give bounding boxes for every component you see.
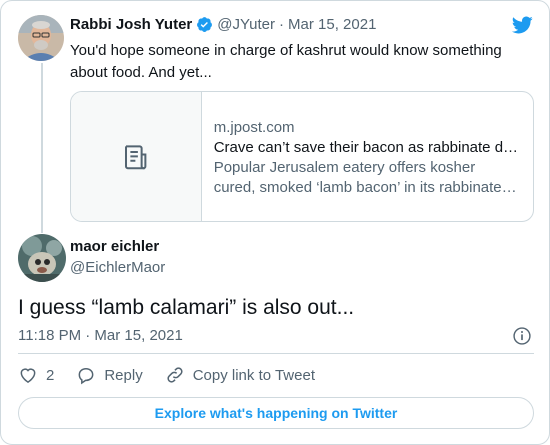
document-icon bbox=[124, 144, 147, 169]
reply-label: Reply bbox=[104, 366, 143, 384]
tweet-text: You'd hope someone in charge of kashrut … bbox=[70, 42, 502, 81]
copy-link-button[interactable]: Copy link to Tweet bbox=[165, 365, 315, 385]
heart-icon bbox=[20, 368, 36, 383]
info-icon[interactable] bbox=[512, 326, 532, 346]
reply-tweet-text: I guess “lamb calamari” is also out... bbox=[18, 296, 355, 319]
action-bar: 2 Reply Copy link to Tweet bbox=[18, 365, 337, 385]
link-thumbnail bbox=[71, 92, 202, 221]
verified-badge-icon bbox=[197, 17, 213, 32]
separator-dot: · bbox=[279, 16, 285, 33]
reply-button[interactable]: Reply bbox=[76, 365, 143, 385]
explore-twitter-button[interactable]: Explore what's happening on Twitter bbox=[18, 397, 534, 429]
reply-author-name[interactable]: maor eichler bbox=[70, 238, 159, 255]
like-count: 2 bbox=[46, 366, 55, 384]
tweet-date[interactable]: Mar 15, 2021 bbox=[288, 16, 376, 33]
reply-author-handle[interactable]: @EichlerMaor bbox=[70, 259, 165, 276]
link-chain-icon bbox=[167, 367, 183, 383]
link-preview-card[interactable]: m.jpost.com Crave can’t save their bacon… bbox=[70, 91, 534, 222]
link-text-area: m.jpost.com Crave can’t save their bacon… bbox=[202, 92, 533, 221]
author-avatar[interactable] bbox=[18, 15, 64, 61]
tweet-header: Rabbi Josh Yuter @JYuter · Mar 15, 2021 bbox=[70, 16, 376, 33]
reply-bubble-icon bbox=[78, 367, 94, 385]
divider bbox=[18, 353, 534, 354]
thread-connector-line bbox=[41, 63, 43, 233]
link-domain: m.jpost.com bbox=[213, 119, 295, 136]
reply-timestamp[interactable]: 11:18 PM · Mar 15, 2021 bbox=[18, 327, 183, 344]
author-name[interactable]: Rabbi Josh Yuter bbox=[70, 16, 192, 33]
twitter-bird-icon[interactable] bbox=[510, 14, 534, 36]
like-button[interactable]: 2 bbox=[18, 365, 54, 385]
link-title: Crave can’t save their bacon as rabbinat… bbox=[213, 139, 519, 156]
embedded-tweet-card: Rabbi Josh Yuter @JYuter · Mar 15, 2021 … bbox=[0, 0, 550, 445]
author-handle[interactable]: @JYuter bbox=[217, 16, 275, 33]
copy-link-label: Copy link to Tweet bbox=[192, 366, 315, 384]
reply-author-avatar[interactable] bbox=[18, 234, 66, 282]
link-description: Popular Jerusalem eatery offers kosher c… bbox=[213, 159, 502, 196]
